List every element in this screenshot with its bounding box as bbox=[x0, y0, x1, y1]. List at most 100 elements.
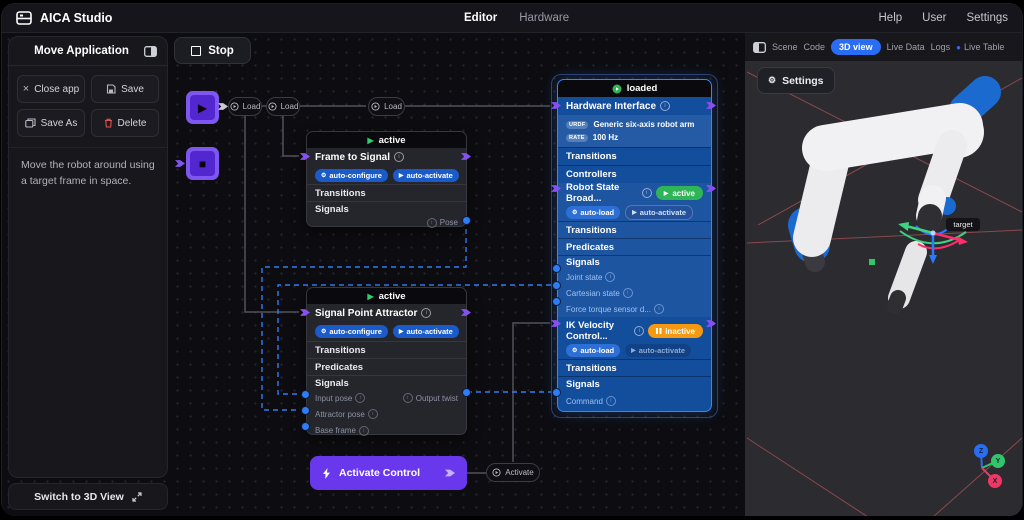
info-icon: i bbox=[605, 396, 616, 406]
application-description: Move the robot around using a target fra… bbox=[9, 147, 167, 200]
tab-editor[interactable]: Editor bbox=[464, 12, 497, 24]
transitions-section[interactable]: Transitions bbox=[307, 341, 466, 358]
view-tabs: Scene Code 3D view Live Data Logs ● Live… bbox=[745, 33, 1022, 61]
tab-live-data[interactable]: Live Data bbox=[887, 42, 925, 52]
node-title: Hardware Interface bbox=[566, 100, 657, 112]
command-port[interactable] bbox=[552, 388, 561, 397]
command-label: Command i bbox=[566, 396, 616, 406]
stop-node[interactable]: ■ bbox=[186, 147, 219, 180]
collapse-panel-icon[interactable] bbox=[753, 41, 766, 53]
stop-label: Stop bbox=[208, 44, 234, 57]
badge-label: auto-activate bbox=[406, 170, 453, 180]
auto-load-badge[interactable]: ⚙ auto-load bbox=[566, 343, 621, 357]
start-node[interactable]: ▶ bbox=[186, 91, 219, 124]
tab-scene[interactable]: Scene bbox=[772, 42, 798, 52]
stop-button[interactable]: Stop bbox=[174, 37, 251, 64]
info-icon: i bbox=[641, 188, 652, 198]
cartesian-state-port[interactable] bbox=[552, 281, 561, 290]
controllers-section[interactable]: Controllers bbox=[558, 165, 711, 183]
ik-velocity-controller[interactable]: IK Velocity Control... i inactive ⚙ auto… bbox=[558, 317, 711, 411]
urdf-value: Generic six-axis robot arm bbox=[593, 120, 695, 129]
activate-event-pill[interactable]: Activate bbox=[486, 463, 540, 482]
tab-hardware[interactable]: Hardware bbox=[519, 12, 569, 24]
predicates-section[interactable]: Predicates bbox=[558, 238, 711, 255]
close-icon: × bbox=[22, 83, 30, 95]
axis-x-ball[interactable]: X bbox=[988, 474, 1002, 488]
signals-section[interactable]: Signals bbox=[307, 375, 466, 390]
info-icon[interactable]: i bbox=[660, 101, 671, 111]
delete-button[interactable]: Delete bbox=[91, 109, 159, 137]
load-event-pill-1[interactable]: Load bbox=[228, 97, 262, 116]
auto-load-badge[interactable]: ⚙ auto-load bbox=[566, 205, 621, 219]
user-link[interactable]: User bbox=[922, 12, 946, 24]
settings-link[interactable]: Settings bbox=[966, 12, 1008, 24]
3d-viewport[interactable]: ⚙ Settings target Z Y X bbox=[745, 61, 1022, 516]
base-frame-port[interactable] bbox=[301, 422, 310, 431]
inactive-status-pill[interactable]: inactive bbox=[648, 324, 703, 338]
expand-icon bbox=[132, 491, 142, 502]
collapse-panel-icon[interactable] bbox=[144, 45, 157, 57]
tab-logs[interactable]: Logs bbox=[931, 42, 951, 52]
hardware-interface-node[interactable]: loaded Hardware Interface i URDF Generic… bbox=[557, 79, 712, 412]
transitions-section[interactable]: Transitions bbox=[307, 184, 466, 201]
output-twist-port[interactable] bbox=[462, 388, 471, 397]
attractor-pose-port[interactable] bbox=[301, 406, 310, 415]
signals-section[interactable]: Signals bbox=[558, 376, 711, 391]
load-event-pill-3[interactable]: Load bbox=[368, 97, 405, 116]
load-label: Load bbox=[384, 102, 402, 111]
signals-section[interactable]: Signals bbox=[307, 201, 466, 216]
switch-to-3d-view-button[interactable]: Switch to 3D View bbox=[8, 483, 168, 510]
app-title: AICA Studio bbox=[40, 11, 113, 25]
help-link[interactable]: Help bbox=[879, 12, 903, 24]
joint-state-label: Joint state i bbox=[566, 272, 616, 282]
rate-value: 100 Hz bbox=[592, 133, 619, 142]
auto-activate-badge[interactable]: ▶ auto-activate bbox=[392, 325, 459, 338]
signals-section[interactable]: Signals bbox=[558, 255, 711, 269]
save-button[interactable]: Save bbox=[91, 75, 159, 103]
auto-activate-badge[interactable]: ▶ auto-activate bbox=[625, 343, 692, 357]
circle-play-icon bbox=[268, 102, 277, 111]
top-bar: AICA Studio Editor Hardware Help User Se… bbox=[2, 4, 1022, 33]
live-dot-icon: ● bbox=[956, 42, 961, 52]
close-app-button[interactable]: × Close app bbox=[17, 75, 85, 103]
stop-square-icon: ■ bbox=[198, 156, 207, 171]
axis-z-ball[interactable]: Z bbox=[974, 444, 988, 458]
auto-configure-badge[interactable]: ⚙ auto-configure bbox=[315, 325, 388, 338]
sidebar-header: Move Application bbox=[9, 37, 167, 66]
transitions-section[interactable]: Transitions bbox=[558, 221, 711, 238]
predicates-section[interactable]: Predicates bbox=[307, 358, 466, 375]
transitions-section[interactable]: Transitions bbox=[558, 359, 711, 376]
controller-title: Robot State Broad... bbox=[566, 182, 620, 204]
axis-y-ball[interactable]: Y bbox=[991, 454, 1005, 468]
input-pose-port[interactable] bbox=[301, 390, 310, 399]
hardware-info: URDF Generic six-axis robot arm RATE 100… bbox=[558, 115, 711, 147]
tab-live-table[interactable]: ● Live Table bbox=[956, 42, 1004, 52]
tab-code[interactable]: Code bbox=[804, 42, 826, 52]
force-torque-port[interactable] bbox=[552, 297, 561, 306]
frame-to-signal-node[interactable]: ▶ active Frame to Signal i ⚙ auto-config… bbox=[306, 131, 467, 228]
load-event-pill-2[interactable]: Load bbox=[266, 97, 300, 116]
viewport-settings-button[interactable]: ⚙ Settings bbox=[757, 67, 835, 94]
robot-state-broadcaster[interactable]: Robot State Broad... i ▶ active ⚙ auto-l… bbox=[558, 182, 711, 317]
transitions-section[interactable]: Transitions bbox=[558, 147, 711, 165]
info-icon: i bbox=[634, 326, 645, 336]
activate-control-button[interactable]: Activate Control bbox=[310, 456, 467, 490]
active-status-pill[interactable]: ▶ active bbox=[655, 186, 703, 200]
app-brand: AICA Studio bbox=[16, 11, 112, 25]
signal-point-attractor-node[interactable]: ▶ active Signal Point Attractor i ⚙ auto… bbox=[306, 287, 467, 436]
info-icon[interactable]: i bbox=[394, 152, 405, 162]
activate-output-port[interactable] bbox=[445, 469, 455, 477]
gear-icon: ⚙ bbox=[321, 329, 327, 335]
joint-state-port[interactable] bbox=[552, 264, 561, 273]
badge-label: auto-activate bbox=[639, 207, 687, 217]
target-frame-label[interactable]: target bbox=[946, 218, 980, 231]
auto-configure-badge[interactable]: ⚙ auto-configure bbox=[315, 168, 388, 182]
auto-activate-badge[interactable]: ▶ auto-activate bbox=[625, 204, 694, 220]
node-status-header: loaded bbox=[558, 80, 711, 97]
info-icon[interactable]: i bbox=[421, 308, 432, 318]
info-icon: i bbox=[355, 393, 366, 403]
save-as-button[interactable]: Save As bbox=[17, 109, 85, 137]
auto-activate-badge[interactable]: ▶ auto-activate bbox=[392, 168, 459, 182]
tab-3d-view[interactable]: 3D view bbox=[831, 39, 881, 55]
pose-signal-port[interactable] bbox=[462, 216, 471, 225]
